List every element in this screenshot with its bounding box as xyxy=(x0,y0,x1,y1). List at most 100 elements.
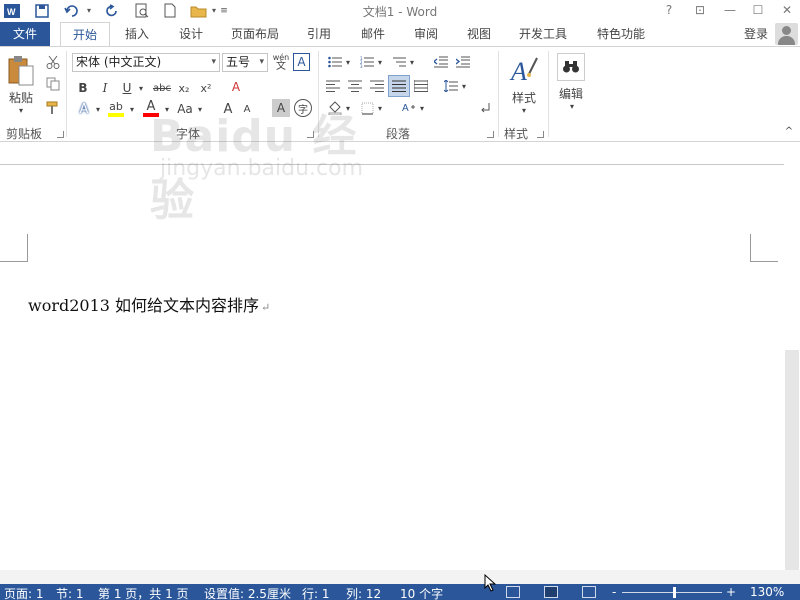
styles-button[interactable]: 样式 xyxy=(506,89,542,105)
status-setting[interactable]: 设置值: 2.5厘米 xyxy=(204,585,291,600)
avatar[interactable] xyxy=(775,23,798,45)
web-layout-icon[interactable] xyxy=(582,586,596,598)
show-paragraph-marks-icon[interactable] xyxy=(476,99,494,117)
word-app-icon[interactable]: W xyxy=(2,1,22,20)
editing-button[interactable]: 编辑 xyxy=(554,85,588,101)
format-painter-icon[interactable] xyxy=(44,99,62,117)
styles-icon[interactable]: A xyxy=(508,53,540,87)
tab-home[interactable]: 开始 xyxy=(60,22,110,47)
numbering-dropdown-icon[interactable]: ▾ xyxy=(376,53,384,71)
paste-dropdown-icon[interactable]: ▾ xyxy=(14,105,28,115)
align-right-icon[interactable] xyxy=(368,77,386,95)
status-page-count[interactable]: 第 1 页，共 1 页 xyxy=(98,585,189,600)
tab-references[interactable]: 引用 xyxy=(296,22,342,46)
font-size-select[interactable]: 五号 ▾ xyxy=(222,53,268,72)
tab-review[interactable]: 审阅 xyxy=(403,22,449,46)
tab-view[interactable]: 视图 xyxy=(456,22,502,46)
read-mode-icon[interactable] xyxy=(506,586,520,598)
open-folder-icon[interactable] xyxy=(188,1,210,20)
underline-dropdown-icon[interactable]: ▾ xyxy=(136,79,146,97)
binoculars-icon[interactable] xyxy=(557,53,585,81)
clear-formatting-button[interactable]: A xyxy=(226,77,246,97)
bullets-icon[interactable] xyxy=(326,53,344,71)
status-line[interactable]: 行: 1 xyxy=(302,585,330,600)
zoom-slider-thumb[interactable] xyxy=(673,587,676,598)
clipboard-icon[interactable] xyxy=(6,53,36,89)
highlight-dropdown-icon[interactable]: ▾ xyxy=(128,99,136,119)
status-page[interactable]: 页面: 1 xyxy=(4,585,44,600)
zoom-slider[interactable] xyxy=(622,592,722,593)
bold-button[interactable]: B xyxy=(74,79,92,97)
save-icon[interactable] xyxy=(32,1,52,20)
copy-icon[interactable] xyxy=(44,75,62,93)
print-layout-icon[interactable] xyxy=(544,586,558,598)
line-spacing-dropdown-icon[interactable]: ▾ xyxy=(460,77,468,95)
zoom-level[interactable]: 130% xyxy=(750,585,784,599)
tab-insert[interactable]: 插入 xyxy=(114,22,160,46)
text-effects-button[interactable]: A xyxy=(74,99,94,119)
superscript-button[interactable]: x² xyxy=(197,79,215,97)
scrollbar-thumb[interactable] xyxy=(785,350,799,570)
tab-page-layout[interactable]: 页面布局 xyxy=(222,22,288,46)
justify-icon[interactable] xyxy=(388,75,410,97)
tab-developer[interactable]: 开发工具 xyxy=(510,22,576,46)
collapse-ribbon-icon[interactable]: ^ xyxy=(782,125,796,137)
zoom-out-button[interactable]: - xyxy=(612,585,616,599)
undo-icon[interactable] xyxy=(60,1,84,20)
document-paragraph[interactable]: word2013 如何给文本内容排序 ↵ xyxy=(28,292,270,316)
underline-button[interactable]: U xyxy=(118,79,136,97)
subscript-button[interactable]: x₂ xyxy=(175,79,193,97)
highlight-button[interactable]: ab xyxy=(106,99,126,119)
new-document-icon[interactable] xyxy=(160,1,180,20)
styles-launcher-icon[interactable] xyxy=(537,131,544,138)
chinese-layout-dropdown-icon[interactable]: ▾ xyxy=(418,99,426,117)
status-column[interactable]: 列: 12 xyxy=(346,585,381,600)
distributed-icon[interactable] xyxy=(412,77,430,95)
phonetic-guide-button[interactable]: wén 文 xyxy=(272,52,290,72)
title-bar: W ▾ ▾ ≡ 文档1 - Word ? ⊡ — ☐ ✕ xyxy=(0,0,800,22)
status-section[interactable]: 节: 1 xyxy=(56,585,84,600)
character-border-button[interactable]: A xyxy=(293,53,310,71)
sign-in-link[interactable]: 登录 xyxy=(744,22,768,46)
vertical-scrollbar[interactable] xyxy=(784,142,800,570)
zoom-in-button[interactable]: + xyxy=(726,585,736,599)
document-canvas[interactable]: word2013 如何给文本内容排序 ↵ xyxy=(0,142,784,570)
tab-mailings[interactable]: 邮件 xyxy=(350,22,396,46)
line-spacing-icon[interactable] xyxy=(442,77,460,95)
styles-dropdown-icon[interactable]: ▾ xyxy=(518,105,530,115)
minimize-button[interactable]: — xyxy=(718,1,742,20)
ribbon-display-options-button[interactable]: ⊡ xyxy=(688,1,712,20)
paragraph-launcher-icon[interactable] xyxy=(487,131,494,138)
multilevel-dropdown-icon[interactable]: ▾ xyxy=(408,53,416,71)
redo-icon[interactable] xyxy=(102,1,122,20)
numbering-icon[interactable]: 123 xyxy=(358,53,376,71)
close-button[interactable]: ✕ xyxy=(775,1,799,20)
cut-icon[interactable] xyxy=(44,53,62,71)
print-preview-icon[interactable] xyxy=(132,1,152,20)
italic-button[interactable]: I xyxy=(96,79,114,97)
clipboard-launcher-icon[interactable] xyxy=(57,131,64,138)
tab-design[interactable]: 设计 xyxy=(168,22,214,46)
strikethrough-button[interactable]: abc xyxy=(150,79,174,97)
status-word-count[interactable]: 10 个字 xyxy=(400,585,443,600)
multilevel-list-icon[interactable] xyxy=(390,53,408,71)
help-button[interactable]: ? xyxy=(657,1,681,20)
align-center-icon[interactable] xyxy=(346,77,364,95)
editing-dropdown-icon[interactable]: ▾ xyxy=(566,101,578,111)
tab-file[interactable]: 文件 xyxy=(0,22,50,46)
bullets-dropdown-icon[interactable]: ▾ xyxy=(344,53,352,71)
document-text[interactable]: word2013 如何给文本内容排序 xyxy=(28,296,259,315)
font-name-select[interactable]: 宋体 (中文正文) ▾ xyxy=(72,53,220,72)
maximize-button[interactable]: ☐ xyxy=(746,1,770,20)
customize-qat-icon[interactable]: ≡ xyxy=(219,1,229,20)
text-effects-dropdown-icon[interactable]: ▾ xyxy=(94,99,102,119)
align-left-icon[interactable] xyxy=(324,77,342,95)
group-divider xyxy=(66,51,67,137)
undo-dropdown-icon[interactable]: ▾ xyxy=(84,1,94,20)
chinese-layout-icon[interactable]: A xyxy=(400,99,418,117)
decrease-indent-icon[interactable] xyxy=(432,53,450,71)
increase-indent-icon[interactable] xyxy=(454,53,472,71)
tab-special-features[interactable]: 特色功能 xyxy=(588,22,654,46)
open-dropdown-icon[interactable]: ▾ xyxy=(209,1,219,20)
paste-button[interactable]: 粘贴 xyxy=(4,89,38,105)
